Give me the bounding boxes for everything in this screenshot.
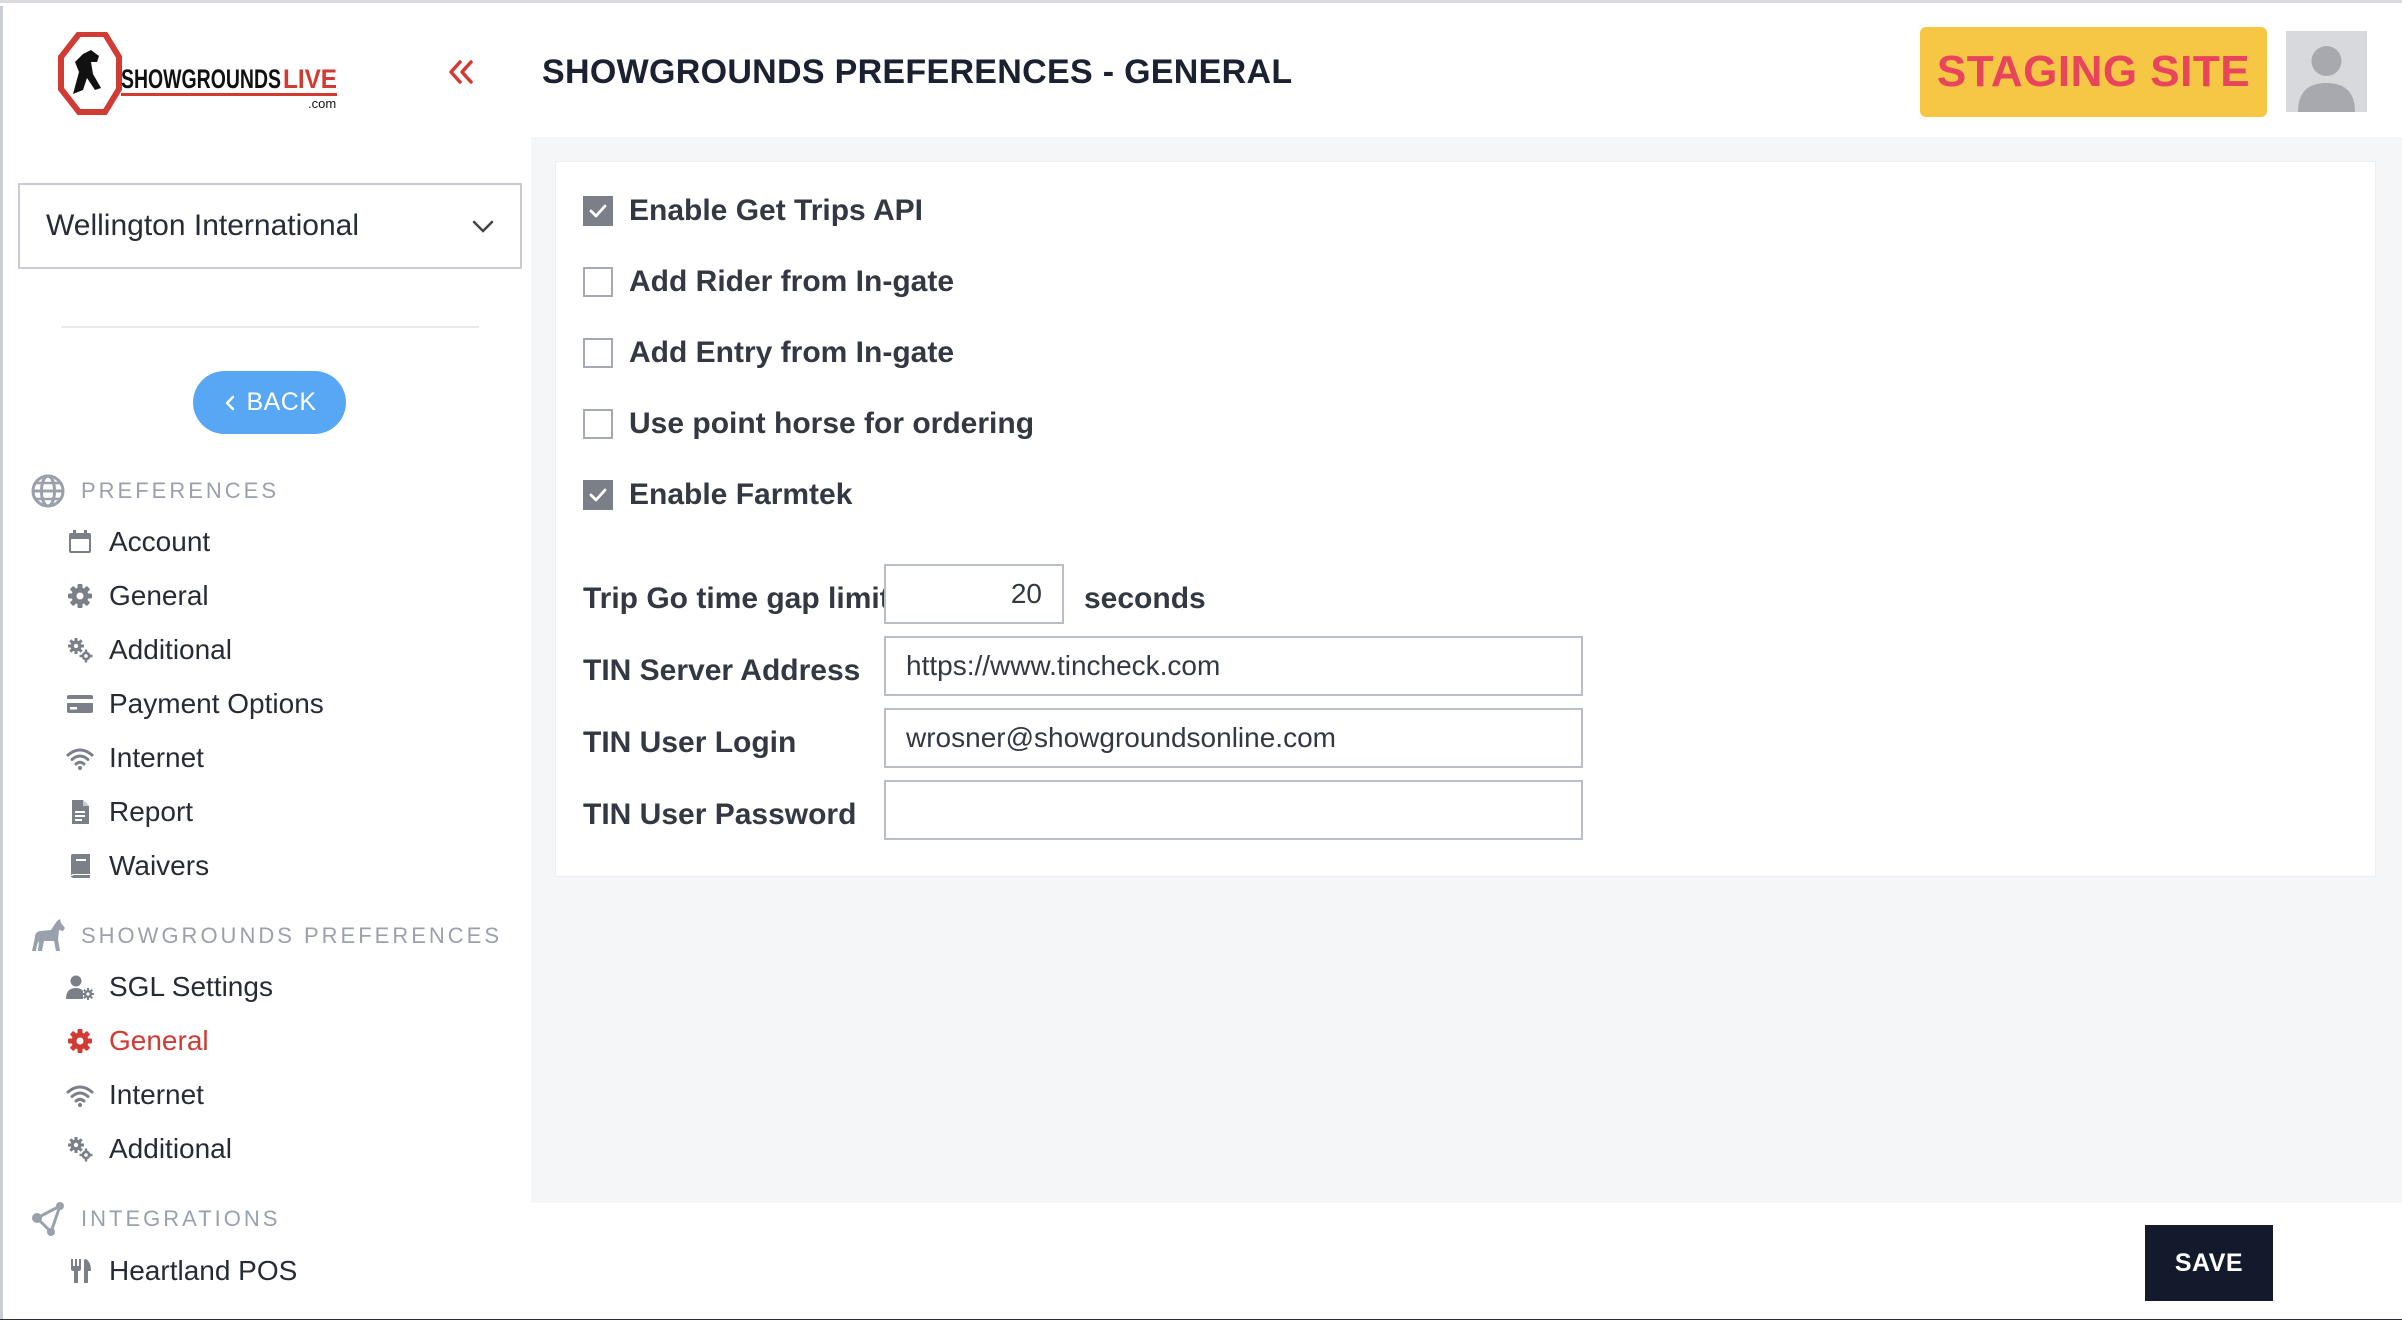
trip-gap-label: Trip Go time gap limit — [583, 582, 890, 615]
page-title: SHOWGROUNDS PREFERENCES - GENERAL — [542, 53, 1293, 91]
main-content: Enable Get Trips API Add Rider from In-g… — [531, 137, 2402, 1203]
trip-gap-unit: seconds — [1084, 582, 1206, 615]
sidebar-item-waivers[interactable]: Waivers — [65, 846, 209, 886]
use-point-horse-checkbox[interactable]: Use point horse for ordering — [583, 407, 1034, 441]
checkbox-checked[interactable] — [583, 196, 613, 226]
wifi-icon — [65, 1080, 95, 1110]
show-select[interactable]: Wellington International — [18, 183, 522, 269]
user-gear-icon — [65, 972, 95, 1002]
user-avatar-icon — [2298, 46, 2355, 112]
checkbox-label: Enable Get Trips API — [629, 194, 923, 227]
network-icon — [32, 1202, 64, 1236]
section-label: SHOWGROUNDS PREFERENCES — [81, 923, 503, 948]
back-button-label: BACK — [246, 388, 317, 416]
sidebar-item-report[interactable]: Report — [65, 792, 193, 832]
sidebar-item-heartland-pos[interactable]: Heartland POS — [65, 1251, 297, 1291]
credit-card-icon — [65, 689, 95, 719]
checkbox-unchecked[interactable] — [583, 409, 613, 439]
chevron-down-icon — [472, 220, 494, 233]
logo-sub-text: .com — [308, 96, 336, 111]
staging-site-badge: STAGING SITE — [1920, 27, 2267, 117]
gear-icon — [65, 1026, 95, 1056]
sidebar-item-sg-general[interactable]: General — [65, 1021, 209, 1061]
save-button[interactable]: SAVE — [2145, 1225, 2273, 1301]
sidebar-item-additional[interactable]: Additional — [65, 630, 232, 670]
sidebar-item-internet[interactable]: Internet — [65, 738, 204, 778]
checkbox-unchecked[interactable] — [583, 338, 613, 368]
book-icon — [65, 851, 95, 881]
gears-icon — [65, 635, 95, 665]
sidebar-item-payment-options[interactable]: Payment Options — [65, 684, 324, 724]
utensils-icon — [65, 1256, 95, 1286]
checkbox-unchecked[interactable] — [583, 267, 613, 297]
sidebar-item-label: Additional — [109, 1133, 232, 1164]
sidebar-item-label: Heartland POS — [109, 1255, 298, 1286]
sidebar-item-label: Payment Options — [109, 688, 324, 719]
add-rider-from-in-gate-checkbox[interactable]: Add Rider from In-gate — [583, 265, 954, 299]
tin-password-input[interactable] — [884, 780, 1583, 840]
tin-login-label: TIN User Login — [583, 726, 797, 759]
document-icon — [65, 797, 95, 827]
gear-icon — [65, 581, 95, 611]
show-select-value: Wellington International — [46, 209, 359, 242]
sidebar-divider — [61, 326, 479, 328]
wifi-icon — [65, 743, 95, 773]
sidebar: SHOWGROUNDS LIVE .com Wellington Interna… — [0, 6, 531, 1320]
checkbox-label: Enable Farmtek — [629, 478, 853, 511]
sidebar-item-label: SGL Settings — [109, 971, 273, 1002]
logo-accent-text: LIVE — [283, 64, 337, 94]
app-window: SHOWGROUNDS LIVE .com Wellington Interna… — [0, 0, 2402, 1320]
tin-login-input[interactable]: wrosner@showgroundsonline.com — [884, 708, 1583, 768]
calendar-icon — [65, 527, 95, 557]
section-label: INTEGRATIONS — [81, 1206, 281, 1231]
sidebar-item-general[interactable]: General — [65, 576, 209, 616]
section-preferences: PREFERENCES — [29, 472, 279, 510]
chevron-left-icon — [226, 395, 235, 410]
collapse-sidebar-icon[interactable] — [443, 54, 479, 90]
tin-server-label: TIN Server Address — [583, 654, 861, 687]
globe-icon — [31, 474, 65, 508]
sidebar-item-sgl-settings[interactable]: SGL Settings — [65, 967, 273, 1007]
sidebar-item-sg-additional[interactable]: Additional — [65, 1129, 232, 1169]
add-entry-from-in-gate-checkbox[interactable]: Add Entry from In-gate — [583, 336, 954, 370]
sidebar-item-label: Internet — [109, 1079, 204, 1110]
tin-password-label: TIN User Password — [583, 798, 857, 831]
trip-gap-input[interactable]: 20 — [884, 564, 1064, 624]
sidebar-item-label: Report — [109, 796, 194, 827]
gears-icon — [65, 1134, 95, 1164]
footer-bar: SAVE — [531, 1203, 2402, 1320]
horse-icon — [32, 919, 65, 951]
enable-get-trips-api-checkbox[interactable]: Enable Get Trips API — [583, 194, 923, 228]
logo-text: SHOWGROUNDS — [121, 64, 281, 94]
sidebar-item-account[interactable]: Account — [65, 522, 210, 562]
preferences-card: Enable Get Trips API Add Rider from In-g… — [555, 161, 2376, 877]
showgrounds-live-logo[interactable]: SHOWGROUNDS LIVE .com — [53, 31, 353, 116]
sidebar-item-label: General — [109, 580, 209, 611]
enable-farmtek-checkbox[interactable]: Enable Farmtek — [583, 478, 852, 512]
sidebar-item-sg-internet[interactable]: Internet — [65, 1075, 204, 1115]
sidebar-item-label: General — [109, 1025, 209, 1056]
checkbox-label: Use point horse for ordering — [629, 407, 1035, 440]
sidebar-item-label: Account — [109, 526, 211, 557]
sidebar-item-label: Waivers — [109, 850, 210, 881]
section-integrations: INTEGRATIONS — [29, 1200, 280, 1238]
section-label: PREFERENCES — [81, 478, 280, 503]
back-button[interactable]: BACK — [193, 371, 346, 434]
checkbox-checked[interactable] — [583, 480, 613, 510]
checkbox-label: Add Entry from In-gate — [629, 336, 955, 369]
sidebar-item-label: Additional — [109, 634, 232, 665]
checkbox-label: Add Rider from In-gate — [629, 265, 955, 298]
tin-server-input[interactable]: https://www.tincheck.com — [884, 636, 1583, 696]
avatar[interactable] — [2286, 31, 2367, 112]
sidebar-item-label: Internet — [109, 742, 204, 773]
section-showgrounds-preferences: SHOWGROUNDS PREFERENCES — [29, 917, 502, 955]
